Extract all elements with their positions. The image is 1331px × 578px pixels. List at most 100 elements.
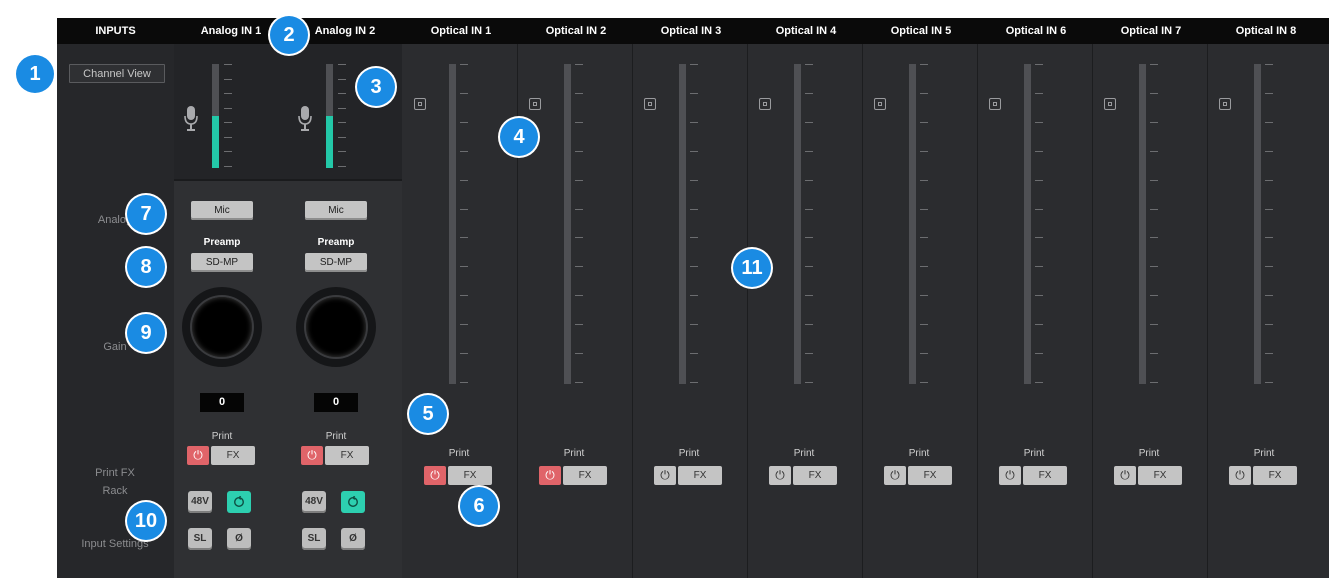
stereo-link-icon[interactable] xyxy=(644,98,656,110)
channel-header-optical-in-4: Optical IN 4 xyxy=(775,25,837,37)
stereo-link-icon[interactable] xyxy=(414,98,426,110)
input-level-meter xyxy=(1254,64,1261,384)
print-fx-button[interactable]: FX xyxy=(563,466,607,485)
meter-tick xyxy=(575,324,583,325)
stereo-link-icon[interactable] xyxy=(759,98,771,110)
meter-tick xyxy=(460,324,468,325)
row-labels-column: Channel View Analog Gain Print FX Rack I… xyxy=(57,44,175,578)
channel-strip-optical-in-8: Print ⏻ FX xyxy=(1209,44,1323,578)
stereo-link-icon[interactable] xyxy=(529,98,541,110)
gain-knob-ring xyxy=(182,287,262,367)
print-fx-button[interactable]: FX xyxy=(211,446,255,465)
soft-limit-button[interactable]: SL xyxy=(302,528,326,550)
meter-tick xyxy=(460,122,468,123)
analog-meter-section xyxy=(174,44,288,181)
preamp-select-button[interactable]: SD-MP xyxy=(191,253,253,272)
meter-tick xyxy=(690,122,698,123)
meter-tick xyxy=(690,382,698,383)
callout-badge-2: 2 xyxy=(270,16,308,54)
meter-tick xyxy=(1150,180,1158,181)
meter-tick xyxy=(1035,237,1043,238)
meter-tick xyxy=(1265,237,1273,238)
meter-tick xyxy=(575,209,583,210)
meter-tick xyxy=(920,180,928,181)
phase-invert-button[interactable]: Ø xyxy=(341,528,365,550)
print-fx-button[interactable]: FX xyxy=(908,466,952,485)
phantom-48v-button[interactable]: 48V xyxy=(302,491,326,513)
meter-tick xyxy=(1150,64,1158,65)
input-type-mic-button[interactable]: Mic xyxy=(305,201,367,220)
preamp-select-button[interactable]: SD-MP xyxy=(305,253,367,272)
print-label: Print xyxy=(448,448,470,459)
gain-value[interactable]: 0 xyxy=(314,393,358,412)
meter-tick xyxy=(338,64,346,65)
channel-strip-optical-in-2: Print ⏻ FX xyxy=(519,44,633,578)
gain-knob-ring xyxy=(296,287,376,367)
input-level-fill xyxy=(212,116,219,168)
meter-tick xyxy=(690,93,698,94)
meter-tick xyxy=(920,151,928,152)
meter-tick xyxy=(1150,266,1158,267)
meter-tick xyxy=(224,137,232,138)
meter-tick xyxy=(920,93,928,94)
meter-tick xyxy=(460,151,468,152)
print-power-button[interactable]: ⏻ xyxy=(301,446,323,465)
print-power-button[interactable]: ⏻ xyxy=(187,446,209,465)
print-fx-button[interactable]: FX xyxy=(1138,466,1182,485)
meter-tick xyxy=(690,324,698,325)
print-fx-button[interactable]: FX xyxy=(325,446,369,465)
input-level-meter xyxy=(679,64,686,384)
print-power-button[interactable]: ⏻ xyxy=(999,466,1021,485)
print-power-button[interactable]: ⏻ xyxy=(539,466,561,485)
channel-header-optical-in-3: Optical IN 3 xyxy=(660,25,722,37)
meter-tick xyxy=(575,353,583,354)
soft-limit-button[interactable]: SL xyxy=(188,528,212,550)
callout-badge-5: 5 xyxy=(409,395,447,433)
meter-tick xyxy=(575,180,583,181)
print-fx-button[interactable]: FX xyxy=(793,466,837,485)
meter-tick xyxy=(805,122,813,123)
meter-tick xyxy=(575,266,583,267)
gain-knob[interactable] xyxy=(306,297,366,357)
print-power-button[interactable]: ⏻ xyxy=(424,466,446,485)
meter-tick xyxy=(1035,151,1043,152)
meter-tick xyxy=(920,382,928,383)
phantom-48v-button[interactable]: 48V xyxy=(188,491,212,513)
stereo-link-icon[interactable] xyxy=(874,98,886,110)
print-label: Print xyxy=(1253,448,1275,459)
gain-knob[interactable] xyxy=(192,297,252,357)
meter-tick xyxy=(1265,382,1273,383)
stereo-link-icon[interactable] xyxy=(1219,98,1231,110)
meter-tick xyxy=(338,93,346,94)
stereo-link-icon[interactable] xyxy=(989,98,1001,110)
print-power-button[interactable]: ⏻ xyxy=(654,466,676,485)
meter-tick xyxy=(1265,209,1273,210)
print-fx-button[interactable]: FX xyxy=(678,466,722,485)
meter-tick xyxy=(690,266,698,267)
print-power-button[interactable]: ⏻ xyxy=(769,466,791,485)
meter-tick xyxy=(1265,266,1273,267)
meter-tick xyxy=(920,64,928,65)
stereo-link-icon[interactable] xyxy=(1104,98,1116,110)
meter-tick xyxy=(1150,382,1158,383)
gain-value[interactable]: 0 xyxy=(200,393,244,412)
input-link-button[interactable] xyxy=(341,491,365,513)
meter-tick xyxy=(920,266,928,267)
meter-scale xyxy=(224,64,244,168)
meter-tick xyxy=(690,151,698,152)
phase-invert-button[interactable]: Ø xyxy=(227,528,251,550)
channel-view-button[interactable]: Channel View xyxy=(69,64,165,83)
input-link-button[interactable] xyxy=(227,491,251,513)
meter-tick xyxy=(690,64,698,65)
meter-tick xyxy=(805,295,813,296)
print-fx-button[interactable]: FX xyxy=(1023,466,1067,485)
print-power-button[interactable]: ⏻ xyxy=(1114,466,1136,485)
meter-tick xyxy=(1150,151,1158,152)
print-power-button[interactable]: ⏻ xyxy=(884,466,906,485)
meter-tick xyxy=(224,93,232,94)
input-type-mic-button[interactable]: Mic xyxy=(191,201,253,220)
print-power-button[interactable]: ⏻ xyxy=(1229,466,1251,485)
meter-scale xyxy=(805,64,825,384)
print-fx-button[interactable]: FX xyxy=(448,466,492,485)
print-fx-button[interactable]: FX xyxy=(1253,466,1297,485)
